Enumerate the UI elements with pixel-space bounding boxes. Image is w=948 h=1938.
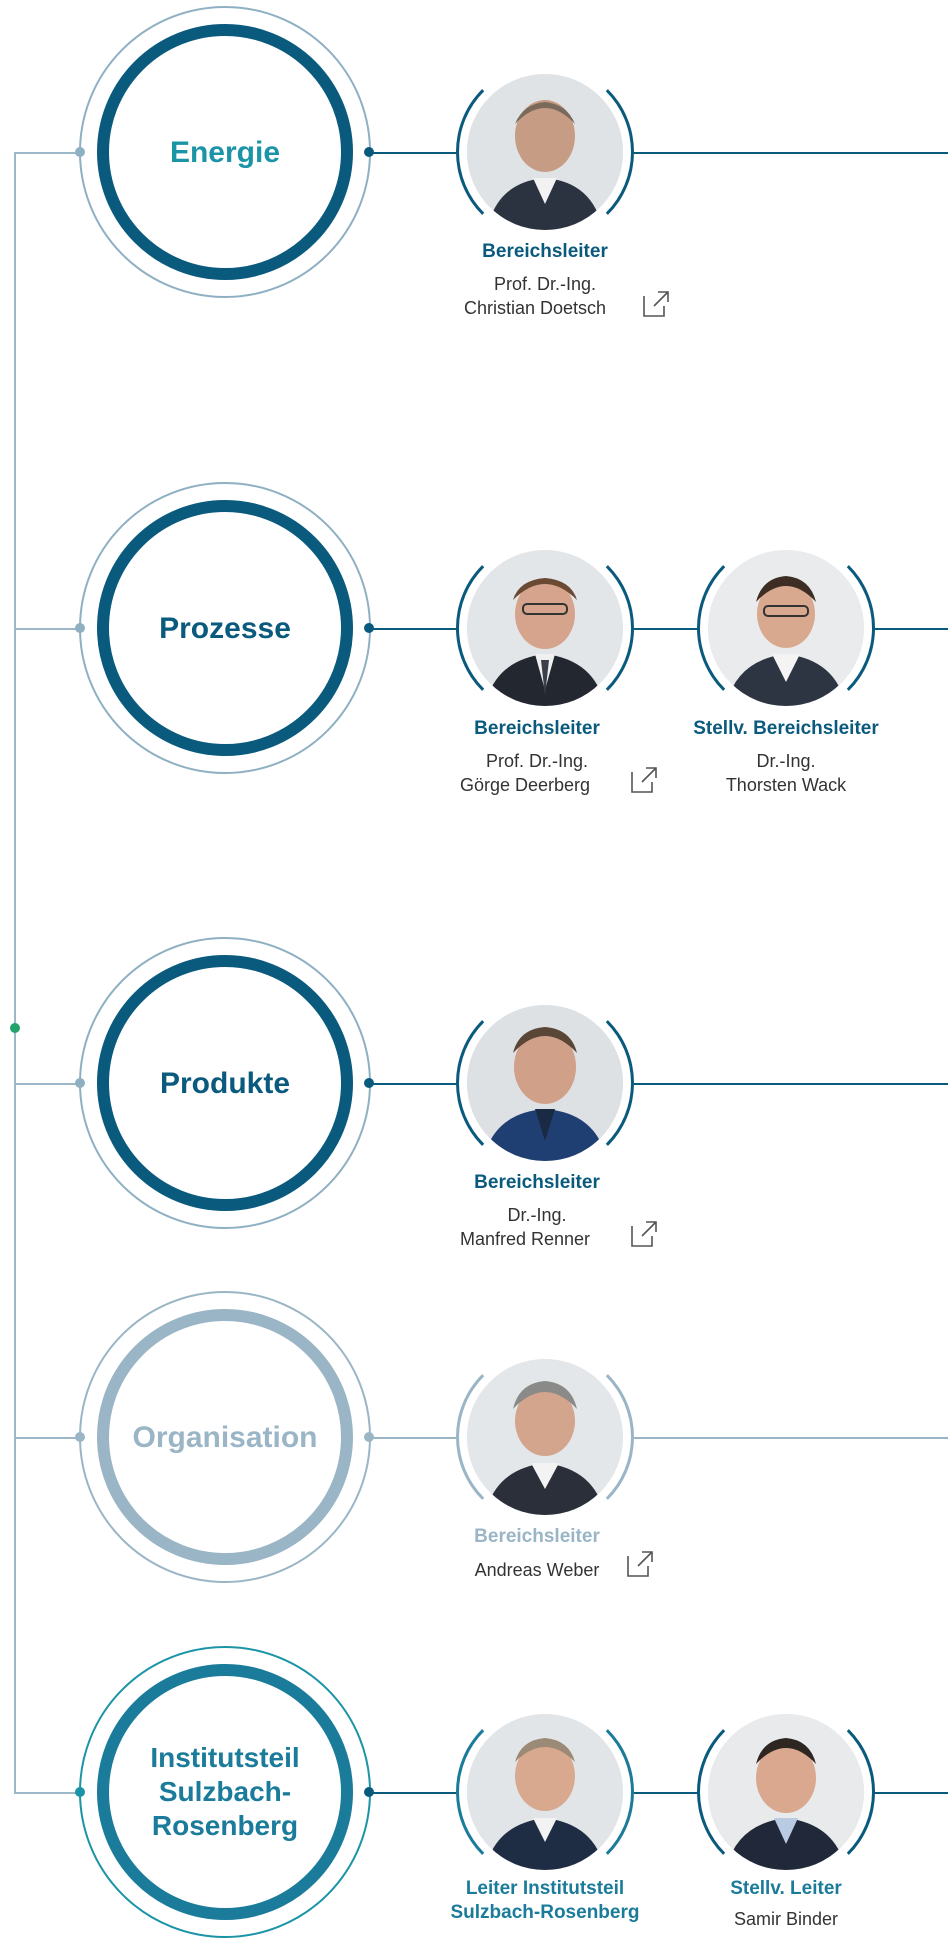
person-title: Prof. Dr.-Ing. [493, 274, 597, 294]
person-card-deerberg[interactable] [456, 539, 634, 717]
avatar [708, 1714, 864, 1870]
person-card-weber[interactable] [456, 1348, 634, 1526]
external-link-icon[interactable] [628, 764, 660, 796]
person-name: Manfred Renner [459, 1229, 591, 1249]
role-label: Bereichsleiter [474, 718, 600, 739]
prozesse-tail-line [874, 628, 948, 630]
avatar-icon [708, 1714, 864, 1870]
energie-label[interactable]: Energie [110, 136, 340, 170]
person-name: Görge Deerberg [459, 775, 591, 795]
person-title: Prof. Dr.-Ing. [485, 751, 589, 771]
sulzbach-label-line-1[interactable]: Institutsteil [110, 1742, 340, 1774]
person-name: Christian Doetsch [463, 298, 607, 318]
person-title: Dr.-Ing. [756, 751, 816, 771]
branch-sulzbach [14, 1792, 80, 1794]
energie-tail-line [634, 152, 948, 154]
role-label-line-1: Leiter Institutsteil [465, 1878, 625, 1899]
avatar [467, 550, 623, 706]
avatar [467, 1359, 623, 1515]
avatar-icon [467, 1714, 623, 1870]
prozesse-connector [370, 628, 458, 630]
sulzbach-mid-connector [634, 1792, 698, 1794]
person-card-wack[interactable] [697, 539, 875, 717]
person-card-sulzbach-leiter[interactable] [456, 1703, 634, 1881]
prozesse-label[interactable]: Prozesse [110, 612, 340, 646]
organisation-tail-line [634, 1437, 948, 1439]
person-card-doetsch[interactable] [456, 63, 634, 241]
branch-prozesse [14, 628, 80, 630]
external-link-icon[interactable] [624, 1548, 656, 1580]
energie-connector [370, 152, 458, 154]
avatar-icon [467, 1005, 623, 1161]
avatar-icon [467, 74, 623, 230]
role-label: Bereichsleiter [474, 1526, 600, 1547]
sulzbach-tail-line [874, 1792, 948, 1794]
org-chart: Energie Bereichsleiter Prof. Dr.-Ing. Ch… [0, 0, 948, 1938]
prozesse-mid-connector [634, 628, 698, 630]
sulzbach-connector [370, 1792, 458, 1794]
prozesse-left-dot [75, 623, 85, 633]
avatar-icon [467, 1359, 623, 1515]
avatar [467, 74, 623, 230]
produkte-connector [370, 1083, 458, 1085]
sulzbach-label-line-3[interactable]: Rosenberg [110, 1810, 340, 1842]
person-card-renner[interactable] [456, 994, 634, 1172]
role-label-line-2: Sulzbach-Rosenberg [450, 1902, 640, 1923]
produkte-label[interactable]: Produkte [110, 1067, 340, 1101]
branch-energie [14, 152, 80, 154]
organisation-connector [370, 1437, 458, 1439]
person-title: Dr.-Ing. [507, 1205, 567, 1225]
external-link-icon[interactable] [640, 288, 672, 320]
avatar [467, 1714, 623, 1870]
person-name: Thorsten Wack [725, 775, 847, 795]
avatar-icon [467, 550, 623, 706]
energie-left-dot [75, 147, 85, 157]
avatar [467, 1005, 623, 1161]
organisation-left-dot [75, 1432, 85, 1442]
external-link-icon[interactable] [628, 1218, 660, 1250]
branch-organisation [14, 1437, 80, 1439]
person-card-binder[interactable] [697, 1703, 875, 1881]
produkte-left-dot [75, 1078, 85, 1088]
role-label: Stellv. Leiter [730, 1878, 842, 1899]
sulzbach-left-dot [75, 1787, 85, 1797]
role-label: Bereichsleiter [474, 1172, 600, 1193]
sulzbach-label-line-2[interactable]: Sulzbach- [110, 1776, 340, 1808]
person-name: Andreas Weber [474, 1560, 600, 1580]
role-label: Bereichsleiter [482, 241, 608, 262]
avatar [708, 550, 864, 706]
org-trunk-line [14, 152, 16, 1792]
trunk-junction-dot [10, 1023, 20, 1033]
organisation-label[interactable]: Organisation [108, 1421, 342, 1455]
avatar-icon [708, 550, 864, 706]
branch-produkte [14, 1083, 80, 1085]
person-name: Samir Binder [733, 1909, 839, 1929]
role-label: Stellv. Bereichsleiter [693, 718, 879, 739]
produkte-tail-line [634, 1083, 948, 1085]
